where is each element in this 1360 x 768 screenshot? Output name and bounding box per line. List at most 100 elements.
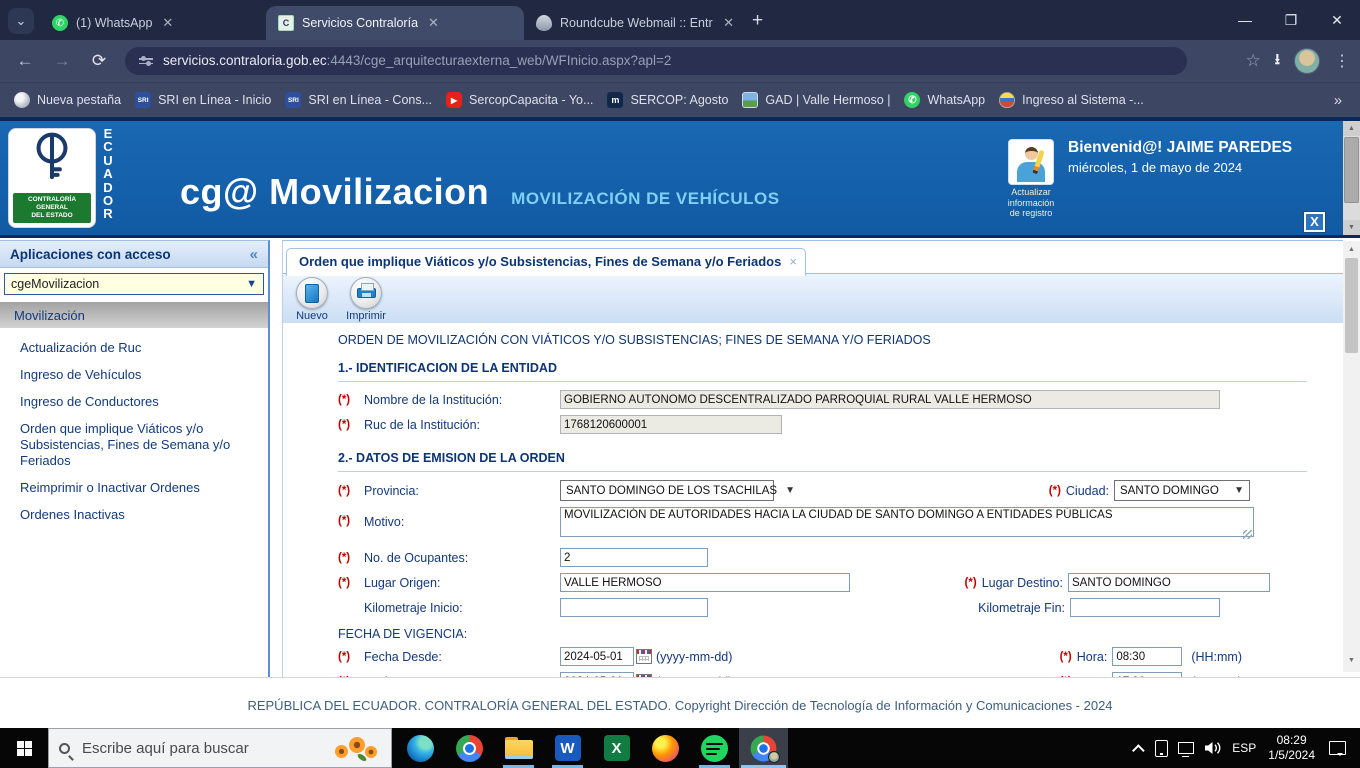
- content-scrollbar[interactable]: ▲ ▼: [1343, 241, 1360, 672]
- chrome-icon: [456, 735, 483, 762]
- search-highlight-flowers-icon[interactable]: [329, 733, 385, 765]
- url-host: servicios.contraloria.gob.ec: [163, 53, 327, 68]
- taskbar-firefox-icon[interactable]: [641, 728, 690, 768]
- forward-button[interactable]: →: [50, 51, 74, 71]
- bookmark-sercopcapacita[interactable]: ▶SercopCapacita - Yo...: [446, 92, 593, 108]
- back-button[interactable]: ←: [13, 51, 37, 71]
- fecha-desde-input[interactable]: [560, 647, 634, 666]
- calendar-icon[interactable]: [636, 649, 652, 664]
- sidebar-item-ingreso-vehiculos[interactable]: Ingreso de Vehículos: [20, 367, 256, 383]
- motivo-textarea[interactable]: MOVILIZACIÓN DE AUTORIDADES HACIA LA CIU…: [560, 507, 1254, 537]
- sidebar-collapse-icon[interactable]: «: [250, 246, 258, 263]
- file-explorer-icon: [505, 737, 533, 759]
- browser-profile-avatar[interactable]: [1294, 48, 1320, 74]
- word-icon: W: [555, 735, 581, 761]
- tray-expand-chevron-icon[interactable]: [1136, 744, 1145, 753]
- scrollbar-thumb[interactable]: [1345, 258, 1358, 353]
- tab-roundcube[interactable]: Roundcube Webmail :: Entrada ✕: [524, 6, 746, 40]
- taskbar-word-icon[interactable]: W: [543, 728, 592, 768]
- speaker-icon[interactable]: [1204, 741, 1222, 755]
- tab-close-icon[interactable]: ✕: [160, 15, 175, 31]
- taskbar-search[interactable]: Escribe aquí para buscar: [48, 728, 392, 768]
- start-button[interactable]: [0, 728, 48, 768]
- taskbar-chrome-active-window[interactable]: [739, 728, 788, 768]
- header-date: miércoles, 1 de mayo de 2024: [1068, 160, 1292, 175]
- footer-text: REPÚBLICA DEL ECUADOR. CONTRALORÍA GENER…: [0, 698, 1360, 713]
- notification-center-icon[interactable]: [1329, 741, 1346, 755]
- scroll-down-icon[interactable]: ▼: [1343, 653, 1360, 668]
- taskbar-clock[interactable]: 08:29 1/5/2024: [1268, 733, 1315, 763]
- tab-whatsapp[interactable]: ✆ (1) WhatsApp ✕: [40, 6, 266, 40]
- downloads-icon[interactable]: ⭳: [1275, 49, 1280, 74]
- bookmark-gad-valle-hermoso[interactable]: GAD | Valle Hermoso |: [742, 92, 890, 108]
- new-button[interactable]: Nuevo: [289, 277, 335, 322]
- bookmark-sri-inicio[interactable]: SRISRI en Línea - Inicio: [135, 92, 271, 108]
- scrollbar-thumb[interactable]: [1344, 137, 1359, 203]
- taskbar-edge-icon[interactable]: [396, 728, 445, 768]
- bookmark-sercop-agosto[interactable]: mSERCOP: Agosto: [607, 92, 728, 108]
- taskbar-chrome-icon[interactable]: [445, 728, 494, 768]
- app-footer: REPÚBLICA DEL ECUADOR. CONTRALORÍA GENER…: [0, 677, 1360, 728]
- spotify-icon: [701, 735, 728, 762]
- tablet-icon[interactable]: [1155, 740, 1168, 757]
- scroll-down-icon[interactable]: ▼: [1343, 220, 1360, 235]
- tab-close-icon[interactable]: ✕: [426, 15, 441, 31]
- scroll-up-icon[interactable]: ▲: [1343, 242, 1360, 257]
- window-close-button[interactable]: ✕: [1314, 12, 1360, 29]
- content-tab-close-icon[interactable]: ×: [789, 254, 797, 269]
- address-bar[interactable]: servicios.contraloria.gob.ec:4443/cge_ar…: [125, 47, 1187, 75]
- motivo-label: Motivo:: [364, 515, 560, 529]
- sidebar-group-movilizacion[interactable]: Movilización: [0, 302, 268, 328]
- lugar-destino-label: Lugar Destino:: [982, 576, 1063, 590]
- lugar-destino-input[interactable]: [1068, 573, 1270, 592]
- update-registration-avatar[interactable]: [1008, 139, 1054, 185]
- tab-title: Servicios Contraloría: [302, 16, 418, 30]
- site-settings-icon[interactable]: [139, 58, 153, 64]
- sidebar-item-actualizacion-ruc[interactable]: Actualización de Ruc: [20, 340, 256, 356]
- print-button[interactable]: Imprimir: [343, 277, 389, 322]
- bookmarks-bar: Nueva pestaña SRISRI en Línea - Inicio S…: [0, 82, 1360, 117]
- tab-search-button[interactable]: ⌄: [8, 8, 34, 34]
- ocupantes-input[interactable]: [560, 548, 708, 567]
- browser-titlebar: ⌄ ✆ (1) WhatsApp ✕ C Servicios Contralor…: [0, 0, 1360, 40]
- km-inicio-input[interactable]: [560, 598, 708, 617]
- provincia-select[interactable]: SANTO DOMINGO DE LOS TSACHILAS ▼: [560, 480, 774, 501]
- sidebar-item-orden-viaticos[interactable]: Orden que implique Viáticos y/o Subsiste…: [20, 421, 264, 469]
- window-restore-button[interactable]: ❐: [1268, 12, 1314, 29]
- network-icon[interactable]: [1178, 742, 1194, 754]
- bookmark-sri-consultas[interactable]: SRISRI en Línea - Cons...: [285, 92, 432, 108]
- hora-desde-input[interactable]: [1112, 647, 1182, 666]
- bookmark-ingreso-sistema[interactable]: Ingreso al Sistema -...: [999, 92, 1144, 108]
- bookmark-star-icon[interactable]: ☆: [1245, 51, 1260, 71]
- reload-button[interactable]: ⟳: [87, 51, 111, 71]
- header-scrollbar[interactable]: ▲ ▼: [1343, 121, 1360, 235]
- application-select[interactable]: cgeMovilizacion ▼: [4, 273, 264, 295]
- content-tab-orden[interactable]: Orden que implique Viáticos y/o Subsiste…: [286, 248, 806, 276]
- bookmark-whatsapp[interactable]: ✆WhatsApp: [904, 92, 985, 108]
- ciudad-select[interactable]: SANTO DOMINGO ▼: [1114, 480, 1250, 501]
- browser-menu-icon[interactable]: ⋮: [1334, 51, 1350, 71]
- bookmark-nueva-pestana[interactable]: Nueva pestaña: [14, 92, 121, 108]
- taskbar-explorer-icon[interactable]: [494, 728, 543, 768]
- sidebar-item-reimprimir-inactivar[interactable]: Reimprimir o Inactivar Ordenes: [20, 480, 256, 496]
- lugar-origen-input[interactable]: [560, 573, 850, 592]
- bookmarks-overflow-icon[interactable]: »: [1334, 92, 1342, 109]
- km-fin-input[interactable]: [1070, 598, 1220, 617]
- window-minimize-button[interactable]: —: [1222, 12, 1268, 28]
- tab-servicios-contraloria[interactable]: C Servicios Contraloría ✕: [266, 6, 524, 40]
- url-path: :4443/cge_arquitecturaexterna_web/WFInic…: [327, 53, 672, 68]
- sri-icon: SRI: [135, 92, 151, 108]
- language-indicator[interactable]: ESP: [1232, 741, 1256, 755]
- ruc-institucion-input[interactable]: [560, 415, 782, 434]
- nombre-institucion-input[interactable]: [560, 390, 1220, 409]
- sidebar-item-ingreso-conductores[interactable]: Ingreso de Conductores: [20, 394, 256, 410]
- scroll-up-icon[interactable]: ▲: [1343, 121, 1360, 136]
- print-button-label: Imprimir: [343, 310, 389, 322]
- sidebar-item-ordenes-inactivas[interactable]: Ordenes Inactivas: [20, 507, 256, 523]
- tab-close-icon[interactable]: ✕: [721, 15, 736, 31]
- taskbar-spotify-icon[interactable]: [690, 728, 739, 768]
- content-toolbar: Nuevo Imprimir: [283, 273, 1343, 323]
- taskbar-excel-icon[interactable]: X: [592, 728, 641, 768]
- session-close-button[interactable]: X: [1304, 212, 1325, 232]
- new-tab-button[interactable]: +: [752, 10, 763, 32]
